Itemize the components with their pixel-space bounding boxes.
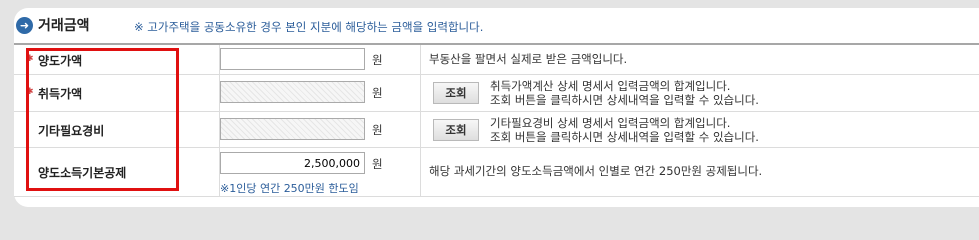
basic-deduction-label: 양도소득기본공제 (38, 166, 127, 180)
desc-cell: 조회 취득가액계산 상세 명세서 입력금액의 합계입니다. 조회 버튼을 클릭하… (420, 74, 979, 112)
other-expenses-lookup-button[interactable]: 조회 (433, 118, 479, 141)
transfer-price-input[interactable] (220, 47, 365, 70)
transaction-amount-panel: ➜ 거래금액 ※ 고가주택을 공동소유한 경우 본인 지분에 해당하는 금액을 … (14, 8, 979, 207)
label-cell: 양도소득기본공제 (14, 147, 220, 197)
description-line: 조회 버튼을 클릭하시면 상세내역을 입력할 수 있습니다. (490, 93, 759, 107)
asterisk-icon: ✱ (26, 53, 34, 64)
basic-deduction-description: 해당 과세기간의 양도소득금액에서 인별로 연간 250만원 공제됩니다. (429, 164, 763, 178)
description-line: 기타필요경비 상세 명세서 입력금액의 합계입니다. (490, 115, 731, 130)
arrow-right-icon: ➜ (16, 17, 33, 34)
acquisition-price-input (220, 81, 365, 103)
input-cell: 원 (219, 111, 421, 148)
table-row: ✱ 양도가액 원 부동산을 팔면서 실제로 받은 금액입니다. (14, 44, 979, 75)
transfer-price-label: 양도가액 (38, 53, 83, 68)
transfer-price-description: 부동산을 팔면서 실제로 받은 금액입니다. (429, 51, 628, 66)
description-line: 조회 버튼을 클릭하시면 상세내역을 입력할 수 있습니다. (490, 129, 759, 144)
deduction-limit-hint: ※1인당 연간 250만원 한도임 (220, 182, 359, 195)
unit-label: 원 (372, 86, 383, 100)
other-expenses-label: 기타필요경비 (38, 123, 105, 138)
acquisition-lookup-button[interactable]: 조회 (433, 82, 479, 104)
basic-deduction-input[interactable] (220, 152, 365, 174)
asterisk-icon: ✱ (26, 87, 34, 97)
unit-label: 원 (372, 52, 383, 67)
section-header: ➜ 거래금액 ※ 고가주택을 공동소유한 경우 본인 지분에 해당하는 금액을 … (14, 14, 979, 38)
label-cell: ✱ 취득가액 (14, 74, 220, 112)
input-cell: 원 ※1인당 연간 250만원 한도임 (219, 147, 421, 197)
unit-label: 원 (372, 122, 383, 137)
unit-label: 원 (372, 157, 383, 171)
description-line: 취득가액계산 상세 명세서 입력금액의 합계입니다. (490, 79, 731, 93)
table-row: ✱ 취득가액 원 조회 취득가액계산 상세 명세서 입력금액의 합계입니다. 조… (14, 74, 979, 112)
other-expenses-description: 기타필요경비 상세 명세서 입력금액의 합계입니다. 조회 버튼을 클릭하시면 … (490, 116, 759, 144)
table-row: 기타필요경비 원 조회 기타필요경비 상세 명세서 입력금액의 합계입니다. 조… (14, 111, 979, 148)
desc-cell: 부동산을 팔면서 실제로 받은 금액입니다. (420, 44, 979, 75)
section-title: 거래금액 (38, 18, 90, 34)
desc-cell: 조회 기타필요경비 상세 명세서 입력금액의 합계입니다. 조회 버튼을 클릭하… (420, 111, 979, 148)
other-expenses-input (220, 117, 365, 140)
label-cell: 기타필요경비 (14, 111, 220, 148)
acquisition-description: 취득가액계산 상세 명세서 입력금액의 합계입니다. 조회 버튼을 클릭하시면 … (490, 79, 759, 107)
input-cell: 원 (219, 74, 421, 112)
desc-cell: 해당 과세기간의 양도소득금액에서 인별로 연간 250만원 공제됩니다. (420, 147, 979, 197)
section-note: ※ 고가주택을 공동소유한 경우 본인 지분에 해당하는 금액을 입력합니다. (134, 20, 484, 34)
label-cell: ✱ 양도가액 (14, 44, 220, 75)
input-cell: 원 (219, 44, 421, 75)
acquisition-price-label: 취득가액 (38, 87, 83, 101)
table-row: 양도소득기본공제 원 ※1인당 연간 250만원 한도임 해당 과세기간의 양도… (14, 147, 979, 197)
transaction-amount-table: ✱ 양도가액 원 부동산을 팔면서 실제로 받은 금액입니다. ✱ 취득가액 원 (14, 43, 979, 197)
